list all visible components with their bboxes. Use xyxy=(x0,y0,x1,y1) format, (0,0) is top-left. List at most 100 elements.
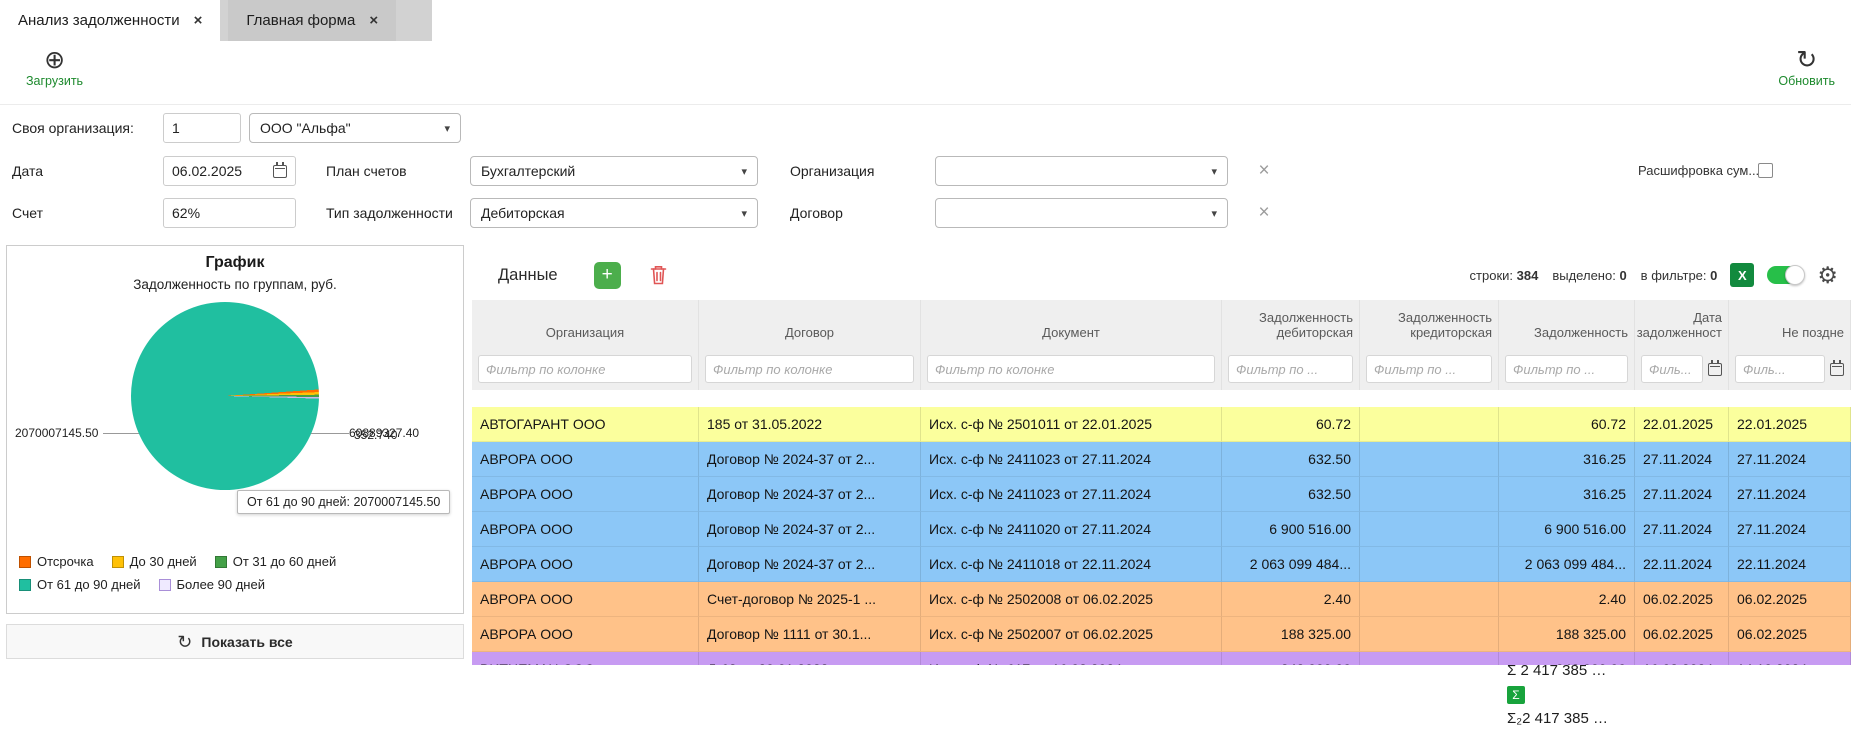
table-cell: Исх. с-ф № 2411023 от 27.11.2024 xyxy=(921,442,1222,477)
tab-close-icon[interactable]: × xyxy=(194,12,203,29)
column-header[interactable]: Документ xyxy=(921,300,1222,348)
table-cell xyxy=(1360,512,1499,547)
column-header[interactable]: Организация xyxy=(472,300,699,348)
tab-close-icon[interactable]: × xyxy=(369,12,378,29)
column-filter-input[interactable] xyxy=(1228,355,1353,383)
filter-toggle[interactable] xyxy=(1767,266,1804,284)
contract-clear-button[interactable]: × xyxy=(1252,198,1276,228)
pie-value-label: 352.740 xyxy=(354,428,397,442)
show-all-label: Показать все xyxy=(201,634,292,650)
pie-chart[interactable] xyxy=(131,302,319,490)
trash-icon xyxy=(649,264,668,286)
own-org-code-input[interactable] xyxy=(163,113,241,143)
grid-stat: в фильтре: 0 xyxy=(1641,268,1718,283)
column-header[interactable]: Задолженность дебиторская xyxy=(1222,300,1360,348)
chevron-down-icon: ▾ xyxy=(741,165,747,178)
table-cell: 188 325.00 xyxy=(1499,617,1635,652)
legend-item: Более 90 дней xyxy=(159,577,265,592)
table-cell: Д-63 от 20.01.2022 xyxy=(699,652,921,665)
column-filter-input[interactable] xyxy=(1641,355,1703,383)
table-row[interactable]: АВРОРА ОООДоговор № 2024-37 от 2...Исх. … xyxy=(472,442,1851,477)
column-filter-input[interactable] xyxy=(1735,355,1825,383)
legend-swatch xyxy=(19,556,31,568)
table-cell: 2 063 099 484... xyxy=(1499,547,1635,582)
column-filter-input[interactable] xyxy=(1505,355,1628,383)
table-cell: Исх. с-ф № 2411023 от 27.11.2024 xyxy=(921,477,1222,512)
sum-detail-checkbox[interactable] xyxy=(1758,163,1773,178)
chevron-down-icon: ▾ xyxy=(1211,207,1217,220)
tab-active[interactable]: Анализ задолженности× xyxy=(0,0,220,41)
contract-select[interactable]: ▾ xyxy=(935,198,1228,228)
table-cell: АВРОРА ООО xyxy=(472,477,699,512)
filter-panel: Своя организация: ООО "Альфа" ▾ Дата 06.… xyxy=(0,105,1851,240)
column-header[interactable]: Дата задолженност xyxy=(1635,300,1729,348)
sum-total: Σ 2 417 385 … xyxy=(1499,662,1649,679)
column-filter-cell xyxy=(472,348,699,390)
column-header[interactable]: Не поздне xyxy=(1729,300,1851,348)
table-row[interactable]: АВРОРА ОООДоговор № 2024-37 от 2...Исх. … xyxy=(472,477,1851,512)
grid-stat: строки: 384 xyxy=(1470,268,1539,283)
table-cell: Исх. с-ф № 2502007 от 06.02.2025 xyxy=(921,617,1222,652)
table-cell xyxy=(1360,652,1499,665)
calendar-icon[interactable] xyxy=(1708,363,1722,376)
table-cell: Исх. с-ф № 617 от 16.08.2024 xyxy=(921,652,1222,665)
excel-export-button[interactable]: X xyxy=(1730,263,1754,287)
chart-panel: График Задолженность по группам, руб. 20… xyxy=(6,245,464,614)
column-filter-input[interactable] xyxy=(478,355,692,383)
sum-detail-label: Расшифровка сум... xyxy=(1638,156,1759,186)
organization-clear-button[interactable]: × xyxy=(1252,156,1276,186)
table-cell: 188 325.00 xyxy=(1222,617,1360,652)
table-cell: 06.02.2025 xyxy=(1729,582,1851,617)
chart-subtitle: Задолженность по группам, руб. xyxy=(7,277,463,292)
legend-item: До 30 дней xyxy=(112,554,197,569)
show-all-button[interactable]: ↻ Показать все xyxy=(6,624,464,659)
refresh-button[interactable]: ↻ Обновить xyxy=(1778,47,1835,88)
table-body: АВТОГАРАНТ ООО185 от 31.05.2022Исх. с-ф … xyxy=(472,407,1851,665)
column-header[interactable]: Задолженность xyxy=(1499,300,1635,348)
settings-gear-icon[interactable]: ⚙ xyxy=(1817,263,1838,287)
contract-label: Договор xyxy=(790,198,843,228)
column-filter-input[interactable] xyxy=(1366,355,1492,383)
load-button[interactable]: ⊕ Загрузить xyxy=(26,47,83,88)
tab-inactive[interactable]: Главная форма × xyxy=(228,0,396,41)
table-row[interactable]: АВРОРА ОООДоговор № 2024-37 от 2...Исх. … xyxy=(472,547,1851,582)
calendar-icon[interactable] xyxy=(273,165,287,178)
summary-footer: Σ 2 417 385 … Σ Σ₂2 417 385 … xyxy=(1499,662,1649,727)
table-row[interactable]: АВРОРА ОООДоговор № 2024-37 от 2...Исх. … xyxy=(472,512,1851,547)
table-cell: Договор № 1111 от 30.1... xyxy=(699,617,921,652)
column-header[interactable]: Договор xyxy=(699,300,921,348)
table-row[interactable]: АВТОГАРАНТ ООО185 от 31.05.2022Исх. с-ф … xyxy=(472,407,1851,442)
column-filter-cell xyxy=(1222,348,1360,390)
table-cell: 27.11.2024 xyxy=(1635,512,1729,547)
tab-label: Главная форма xyxy=(246,12,355,29)
table-cell: Договор № 2024-37 от 2... xyxy=(699,547,921,582)
calendar-icon[interactable] xyxy=(1830,363,1844,376)
legend-label: До 30 дней xyxy=(130,554,197,569)
own-org-select[interactable]: ООО "Альфа" ▾ xyxy=(249,113,461,143)
table-cell: Исх. с-ф № 2501011 от 22.01.2025 xyxy=(921,407,1222,442)
date-value: 06.02.2025 xyxy=(172,163,242,179)
account-input[interactable] xyxy=(163,198,296,228)
table-row[interactable]: АВРОРА ОООСчет-договор № 2025-1 ...Исх. … xyxy=(472,582,1851,617)
column-filter-cell xyxy=(699,348,921,390)
table-cell: Исх. с-ф № 2502008 от 06.02.2025 xyxy=(921,582,1222,617)
legend-label: От 61 до 90 дней xyxy=(37,577,141,592)
legend-item: От 61 до 90 дней xyxy=(19,577,141,592)
grid-title: Данные xyxy=(498,266,558,285)
column-header[interactable]: Задолженность кредиторская xyxy=(1360,300,1499,348)
delete-row-button[interactable] xyxy=(649,264,668,286)
add-row-button[interactable]: + xyxy=(594,262,621,289)
column-filter-input[interactable] xyxy=(705,355,914,383)
pie-tooltip: От 61 до 90 дней: 2070007145.50 xyxy=(237,490,450,514)
table-cell: Исх. с-ф № 2411018 от 22.11.2024 xyxy=(921,547,1222,582)
table-row[interactable]: АВРОРА ОООДоговор № 1111 от 30.1...Исх. … xyxy=(472,617,1851,652)
sigma-badge[interactable]: Σ xyxy=(1507,686,1525,704)
accounts-plan-select[interactable]: Бухгалтерский ▾ xyxy=(470,156,758,186)
date-input[interactable]: 06.02.2025 xyxy=(163,156,296,186)
column-filter-input[interactable] xyxy=(927,355,1215,383)
organization-select[interactable]: ▾ xyxy=(935,156,1228,186)
pie-leader-line xyxy=(103,433,139,434)
column-filter-cell xyxy=(921,348,1222,390)
debt-type-select[interactable]: Дебиторская ▾ xyxy=(470,198,758,228)
table-cell: Счет-договор № 2025-1 ... xyxy=(699,582,921,617)
